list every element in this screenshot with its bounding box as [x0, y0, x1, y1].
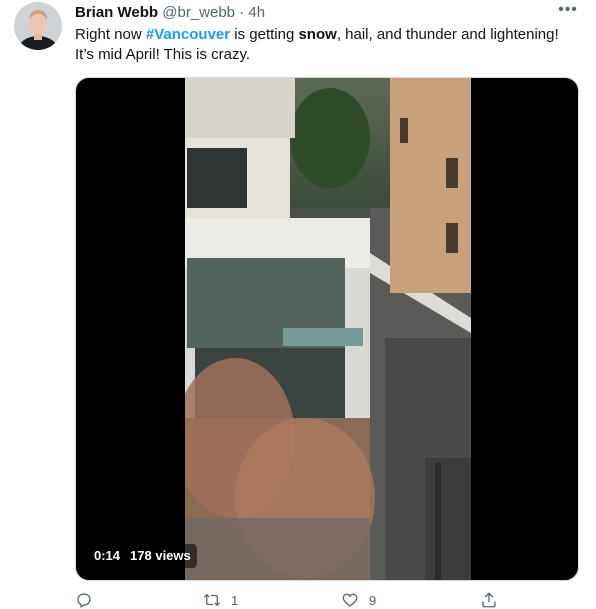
video-info: 0:14 178 views: [88, 544, 197, 568]
heart-icon: [342, 593, 358, 607]
author-name[interactable]: Brian Webb: [75, 4, 158, 21]
tweet-text-part2: is getting: [230, 26, 299, 43]
video-views: 178 views: [130, 548, 191, 563]
separator-dot: ·: [239, 4, 245, 21]
author-handle[interactable]: @br_webb: [162, 4, 235, 21]
share-button[interactable]: [480, 590, 508, 609]
tweet-text: Right now #Vancouver is getting snow, ha…: [75, 25, 580, 65]
more-options-icon[interactable]: •••: [558, 2, 578, 22]
tweet-time[interactable]: 4h: [248, 4, 265, 21]
retweet-icon: [204, 593, 220, 607]
video-duration: 0:14: [94, 548, 121, 563]
avatar[interactable]: [14, 2, 62, 50]
tweet-actions: 1 9: [75, 590, 505, 609]
tweet-text-bold: snow: [298, 26, 337, 43]
reply-icon: [77, 593, 91, 608]
hashtag-link[interactable]: #Vancouver: [146, 26, 230, 43]
tweet-text-part1: Right now: [75, 26, 146, 43]
reply-button[interactable]: [75, 590, 103, 609]
avatar-image: [14, 2, 62, 50]
video-frame: [185, 78, 471, 580]
like-button[interactable]: 9: [341, 590, 376, 609]
tweet[interactable]: Brian Webb @br_webb · 4h ••• Right now #…: [0, 0, 596, 609]
retweet-count: 1: [231, 592, 239, 608]
share-icon: [482, 592, 496, 608]
video-player[interactable]: 0:14 178 views: [75, 77, 579, 581]
tweet-header: Brian Webb @br_webb · 4h: [75, 4, 265, 22]
like-count: 9: [369, 592, 377, 608]
retweet-button[interactable]: 1: [203, 590, 238, 609]
